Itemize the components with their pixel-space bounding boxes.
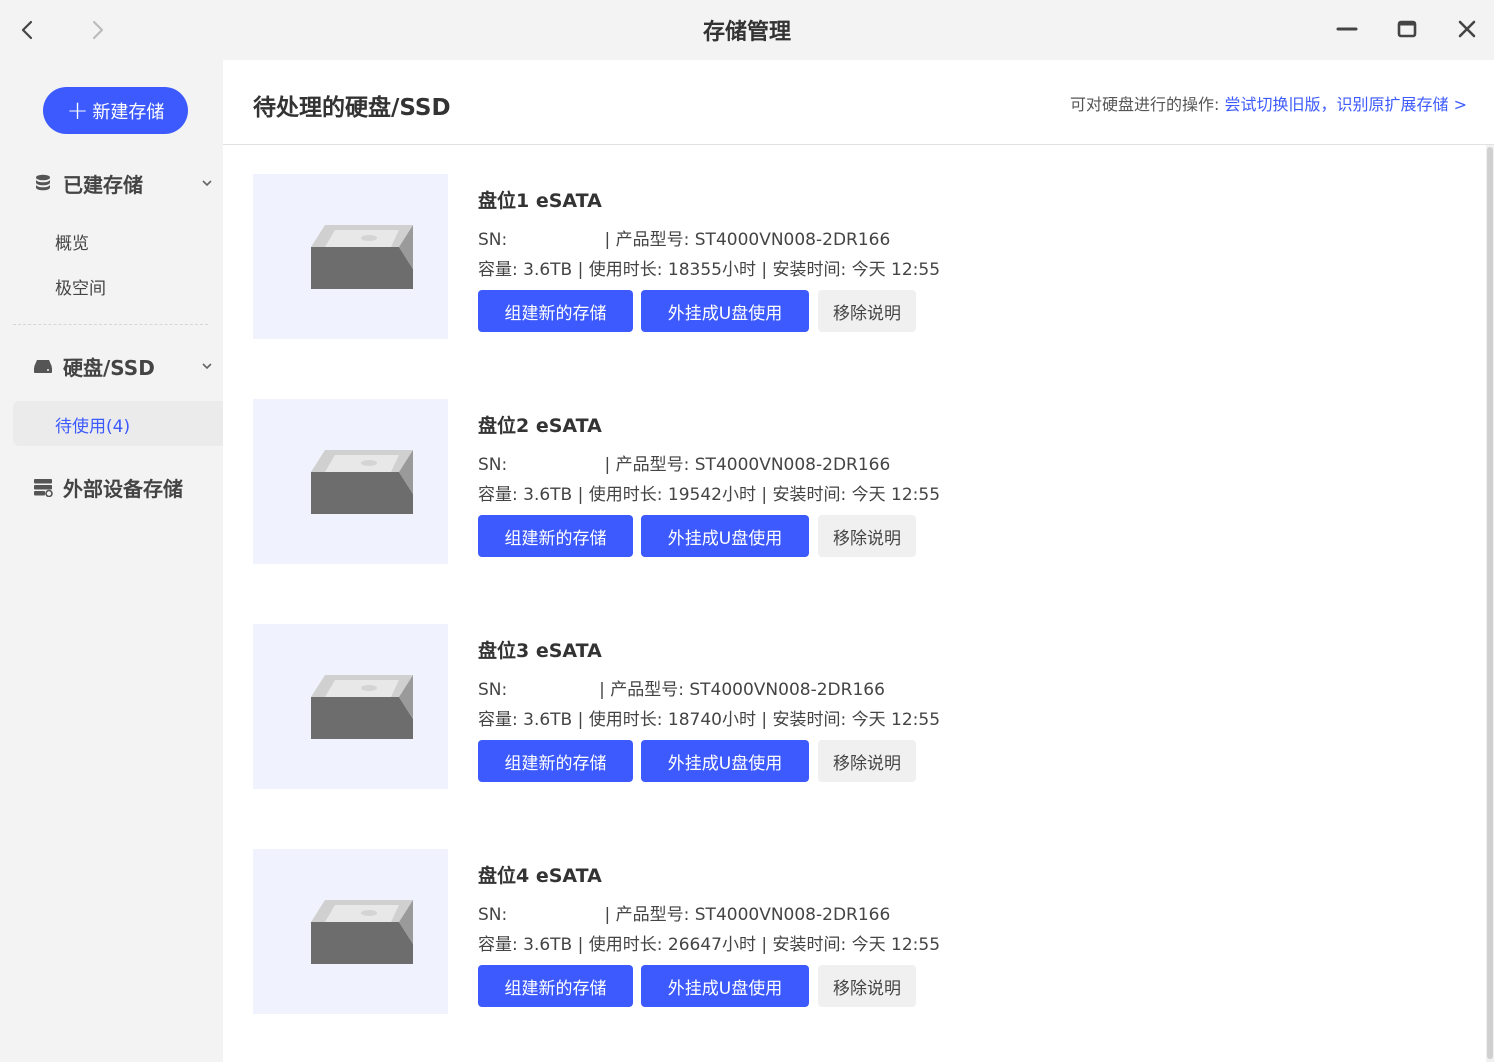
main-header: 待处理的硬盘/SSD 可对硬盘进行的操作: 尝试切换旧版，识别原扩展存储 > [223,60,1494,145]
disk-sn-model: SN: | 产品型号: ST4000VN008-2DR166 [478,455,891,475]
disk-info: 容量: 3.6TB | 使用时长: 19542小时 | 安装时间: 今天 12:… [478,485,941,505]
scrollbar[interactable] [1486,145,1494,1062]
disk-sn-model: SN: | 产品型号: ST4000VN008-2DR166 [478,230,891,250]
create-storage-button[interactable]: 组建新的存储 [478,740,633,782]
disk-sn-model: SN: | 产品型号: ST4000VN008-2DR166 [478,680,885,700]
sidebar-section-external[interactable]: 外部设备存储 [33,472,218,502]
disk-name: 盘位2 eSATA [478,415,602,437]
remove-info-button[interactable]: 移除说明 [818,515,916,557]
title-bar: 存储管理 [0,0,1494,60]
close-icon[interactable] [1452,15,1482,45]
hard-disk-image [253,849,448,1014]
scrollbar-thumb[interactable] [1487,147,1493,1059]
remove-info-button[interactable]: 移除说明 [818,290,916,332]
sidebar-item-label: 待使用(4) [55,417,131,437]
sidebar-divider [13,324,208,325]
chevron-down-icon [202,363,212,370]
hard-disk-image [253,624,448,789]
plus-icon: + [66,95,89,126]
sidebar-item-pending[interactable]: 待使用(4) [13,401,223,446]
create-storage-button[interactable]: 组建新的存储 [478,515,633,557]
new-storage-label: 新建存储 [92,101,165,123]
database-icon [36,174,50,191]
disk-info: 容量: 3.6TB | 使用时长: 26647小时 | 安装时间: 今天 12:… [478,935,941,955]
maximize-icon[interactable] [1392,15,1422,45]
sidebar-item-zspace[interactable]: 极空间 [55,274,106,299]
hard-disk-image [253,174,448,339]
main-content: 待处理的硬盘/SSD 可对硬盘进行的操作: 尝试切换旧版，识别原扩展存储 > 盘… [223,60,1494,1062]
sidebar-section-built-storage[interactable]: 已建存储 [33,168,218,198]
new-storage-button[interactable]: + 新建存储 [43,87,188,134]
chevron-down-icon [202,180,212,187]
sidebar: + 新建存储 已建存储 概览 极空间 硬盘/SSD 待使用(4) 外部设备存储 [0,60,223,1062]
minimize-icon[interactable] [1332,15,1362,45]
sidebar-section-disks[interactable]: 硬盘/SSD [33,351,218,381]
switch-legacy-link[interactable]: 尝试切换旧版，识别原扩展存储 > [1225,95,1468,114]
mount-usb-button[interactable]: 外挂成U盘使用 [641,515,809,557]
sidebar-item-overview[interactable]: 概览 [55,229,89,254]
storage-window: 存储管理 + 新建存储 已建存储 概览 极空间 硬盘/SSD 待使用(4) 外部… [0,0,1494,1062]
remove-info-button[interactable]: 移除说明 [818,740,916,782]
sidebar-section-label: 外部设备存储 [63,476,183,501]
operations-label: 可对硬盘进行的操作: [1070,95,1220,114]
hard-disk-image [253,399,448,564]
create-storage-button[interactable]: 组建新的存储 [478,965,633,1007]
mount-usb-button[interactable]: 外挂成U盘使用 [641,290,809,332]
disk-name: 盘位3 eSATA [478,640,602,662]
hard-drive-icon [34,360,52,373]
disk-name: 盘位1 eSATA [478,190,602,212]
window-title: 存储管理 [702,20,791,45]
sidebar-section-label: 硬盘/SSD [63,355,155,380]
mount-usb-button[interactable]: 外挂成U盘使用 [641,740,809,782]
remove-info-button[interactable]: 移除说明 [818,965,916,1007]
disk-info: 容量: 3.6TB | 使用时长: 18740小时 | 安装时间: 今天 12:… [478,710,941,730]
disk-card: 盘位3 eSATA SN: | 产品型号: ST4000VN008-2DR166… [253,624,1453,789]
disk-card: 盘位1 eSATA SN: | 产品型号: ST4000VN008-2DR166… [253,174,1453,339]
mount-usb-button[interactable]: 外挂成U盘使用 [641,965,809,1007]
create-storage-button[interactable]: 组建新的存储 [478,290,633,332]
disk-card: 盘位2 eSATA SN: | 产品型号: ST4000VN008-2DR166… [253,399,1453,564]
disk-name: 盘位4 eSATA [478,865,602,887]
disk-info: 容量: 3.6TB | 使用时长: 18355小时 | 安装时间: 今天 12:… [478,260,941,280]
external-storage-icon [34,479,53,497]
disk-sn-model: SN: | 产品型号: ST4000VN008-2DR166 [478,905,891,925]
sidebar-section-label: 已建存储 [63,172,143,197]
disk-card: 盘位4 eSATA SN: | 产品型号: ST4000VN008-2DR166… [253,849,1453,1014]
page-title: 待处理的硬盘/SSD [253,95,451,121]
operations-hint: 可对硬盘进行的操作: 尝试切换旧版，识别原扩展存储 > [1070,91,1467,115]
